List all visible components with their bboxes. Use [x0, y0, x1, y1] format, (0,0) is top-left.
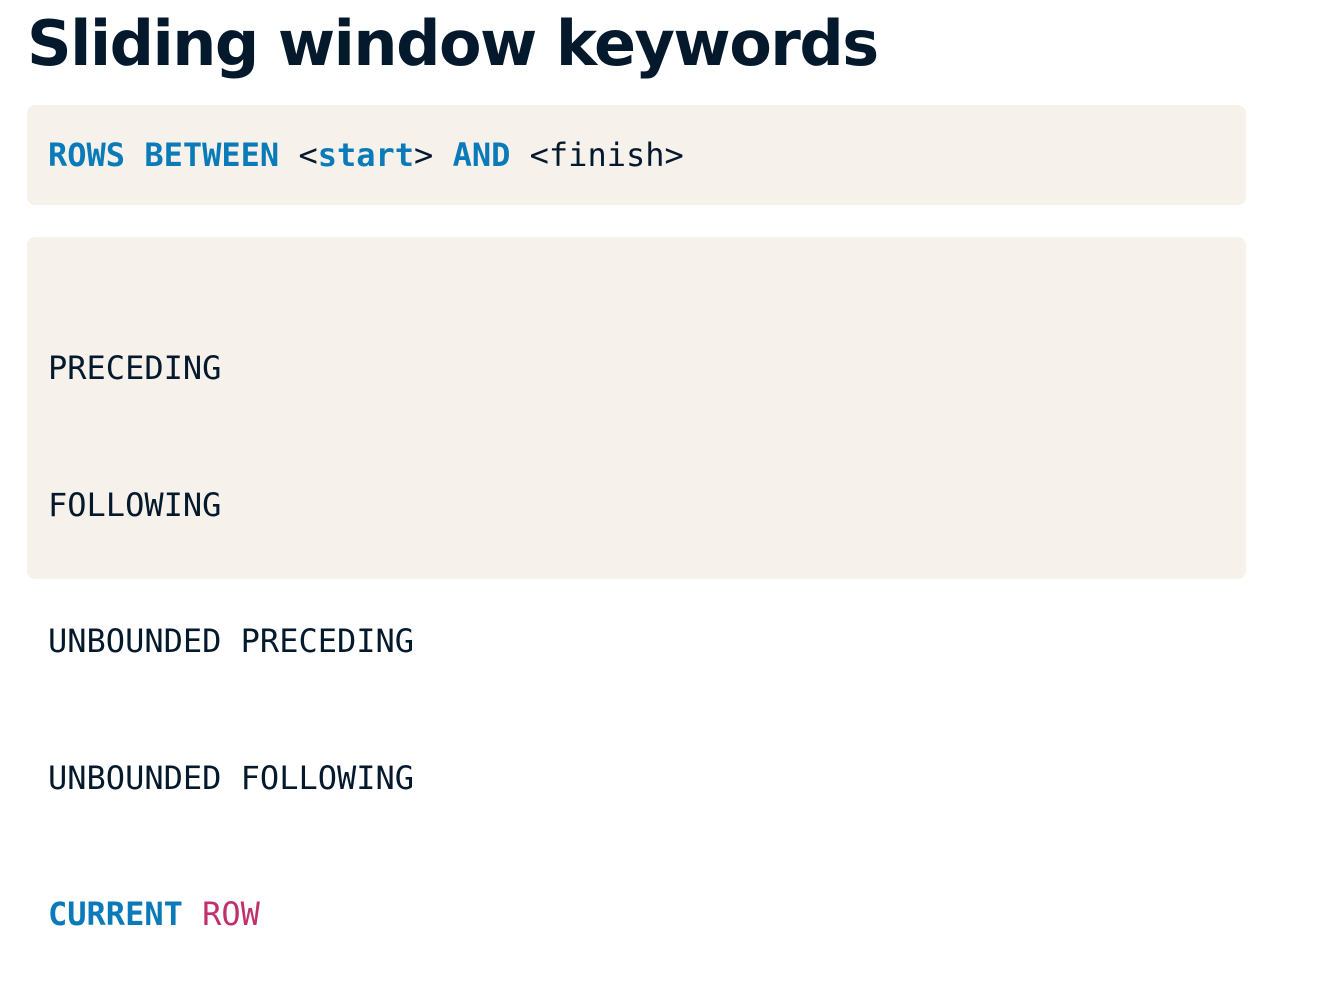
between-keyword: BETWEEN: [144, 136, 280, 174]
start-open-bracket: <: [298, 136, 318, 174]
row-keyword: ROW: [202, 895, 260, 934]
syntax-line: ROWS BETWEEN <start> AND <finish>: [48, 133, 684, 177]
finish-placeholder: <finish>: [529, 136, 684, 174]
start-close-bracket: >: [414, 136, 434, 174]
keyword-line-current-row: CURRENT ROW: [48, 884, 1246, 945]
keyword-line-following: FOLLOWING: [48, 485, 222, 524]
keyword-line-unbounded-following: UNBOUNDED FOLLOWING: [48, 758, 415, 797]
start-keyword: start: [317, 136, 415, 174]
and-keyword: AND: [452, 136, 511, 174]
syntax-code-block: ROWS BETWEEN <start> AND <finish>: [27, 105, 1246, 205]
keyword-line-unbounded-preceding: UNBOUNDED PRECEDING: [48, 622, 415, 661]
page-title: Sliding window keywords: [27, 7, 879, 80]
keyword-line-preceding: PRECEDING: [48, 349, 222, 387]
rows-keyword: ROWS: [48, 136, 126, 174]
keywords-code-block: PRECEDING FOLLOWING UNBOUNDED PRECEDING …: [27, 237, 1246, 933]
current-keyword: CURRENT: [48, 895, 183, 934]
